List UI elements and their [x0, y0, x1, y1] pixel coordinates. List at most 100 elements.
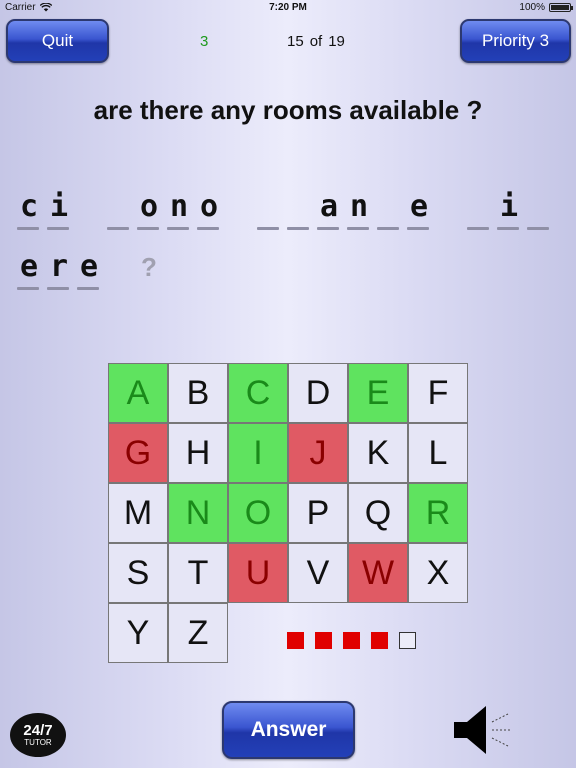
letter-key-i[interactable]: I — [228, 423, 288, 483]
life-used — [343, 632, 360, 649]
letter-slot: c — [14, 190, 44, 236]
letter-key-v[interactable]: V — [288, 543, 348, 603]
slot-underline — [527, 227, 549, 230]
answer-button[interactable]: Answer — [222, 701, 355, 759]
battery-percent: 100% — [519, 2, 545, 13]
letter-key-x[interactable]: X — [408, 543, 468, 603]
logo-line2: TUTOR — [24, 738, 52, 747]
slot-underline — [407, 227, 429, 230]
letter-slot — [254, 190, 284, 236]
letter-key-r[interactable]: R — [408, 483, 468, 543]
letter-slot: n — [164, 190, 194, 236]
letter-slot — [464, 190, 494, 236]
life-used — [315, 632, 332, 649]
letter-key-e[interactable]: E — [348, 363, 408, 423]
slot-underline — [377, 227, 399, 230]
slot-letter: c — [19, 189, 39, 224]
battery-icon — [549, 3, 573, 12]
slot-letter: i — [499, 189, 519, 224]
slot-letter: e — [19, 249, 39, 284]
letter-key-t[interactable]: T — [168, 543, 228, 603]
slot-underline — [47, 227, 69, 230]
word-gap — [434, 190, 464, 236]
letter-key-s[interactable]: S — [108, 543, 168, 603]
slot-underline — [77, 287, 99, 290]
word-gap — [74, 190, 104, 236]
letter-key-l[interactable]: L — [408, 423, 468, 483]
slot-underline — [287, 227, 309, 230]
logo-line1: 24/7 — [23, 722, 53, 739]
letter-slot — [284, 190, 314, 236]
slot-underline — [137, 227, 159, 230]
slot-underline — [197, 227, 219, 230]
life-remaining — [399, 632, 416, 649]
letter-key-y[interactable]: Y — [108, 603, 168, 663]
quit-button[interactable]: Quit — [6, 19, 109, 63]
slot-underline — [347, 227, 369, 230]
priority-button[interactable]: Priority 3 — [460, 19, 571, 63]
letter-slot: o — [134, 190, 164, 236]
end-question-mark: ? — [141, 252, 157, 282]
question-text: are there any rooms available ? — [93, 95, 483, 125]
letter-key-w[interactable]: W — [348, 543, 408, 603]
slot-underline — [17, 227, 39, 230]
letter-slot: o — [194, 190, 224, 236]
life-used — [371, 632, 388, 649]
tutor-logo: 24/7 TUTOR — [10, 713, 66, 757]
lives-indicator — [287, 632, 416, 649]
letter-slot: e — [74, 250, 104, 296]
letter-key-u[interactable]: U — [228, 543, 288, 603]
slot-letter: n — [349, 189, 369, 224]
progress-current: 15 — [287, 33, 304, 50]
slot-letter: e — [79, 249, 99, 284]
slot-underline — [467, 227, 489, 230]
slot-underline — [107, 227, 129, 230]
letter-slot — [374, 190, 404, 236]
slot-underline — [47, 287, 69, 290]
slot-underline — [167, 227, 189, 230]
letter-key-d[interactable]: D — [288, 363, 348, 423]
status-time: 7:20 PM — [269, 2, 307, 13]
word-gap — [224, 190, 254, 236]
slot-letter: o — [139, 189, 159, 224]
letter-key-o[interactable]: O — [228, 483, 288, 543]
progress-total: 19 — [328, 33, 345, 50]
letter-key-k[interactable]: K — [348, 423, 408, 483]
letter-slot — [524, 190, 554, 236]
letter-key-n[interactable]: N — [168, 483, 228, 543]
letter-slot: i — [494, 190, 524, 236]
slot-letter: e — [409, 189, 429, 224]
slot-letter: r — [49, 249, 69, 284]
slot-underline — [257, 227, 279, 230]
letter-key-c[interactable]: C — [228, 363, 288, 423]
letter-slot — [104, 190, 134, 236]
life-used — [287, 632, 304, 649]
letter-slot: e — [404, 190, 434, 236]
letter-grid: ABCDEF GHIJKL MNOPQR STUVWX YZ — [108, 363, 468, 663]
letter-key-m[interactable]: M — [108, 483, 168, 543]
speaker-icon[interactable] — [452, 702, 514, 758]
answer-puzzle: c i o n o a n e i e r e? — [14, 190, 564, 310]
slot-underline — [17, 287, 39, 290]
slot-letter: a — [319, 189, 339, 224]
letter-key-h[interactable]: H — [168, 423, 228, 483]
letter-slot: r — [44, 250, 74, 296]
letter-key-b[interactable]: B — [168, 363, 228, 423]
letter-key-f[interactable]: F — [408, 363, 468, 423]
letter-key-p[interactable]: P — [288, 483, 348, 543]
slot-letter: o — [199, 189, 219, 224]
letter-key-j[interactable]: J — [288, 423, 348, 483]
slot-underline — [317, 227, 339, 230]
puzzle-line: e r e? — [14, 250, 564, 310]
letter-key-q[interactable]: Q — [348, 483, 408, 543]
letter-key-a[interactable]: A — [108, 363, 168, 423]
letter-slot: n — [344, 190, 374, 236]
slot-underline — [497, 227, 519, 230]
letter-key-g[interactable]: G — [108, 423, 168, 483]
slot-letter: i — [49, 189, 69, 224]
progress-of: of — [309, 33, 323, 50]
letter-slot: a — [314, 190, 344, 236]
letter-key-z[interactable]: Z — [168, 603, 228, 663]
question-progress: 15 of 19 — [287, 33, 345, 50]
letter-slot: i — [44, 190, 74, 236]
